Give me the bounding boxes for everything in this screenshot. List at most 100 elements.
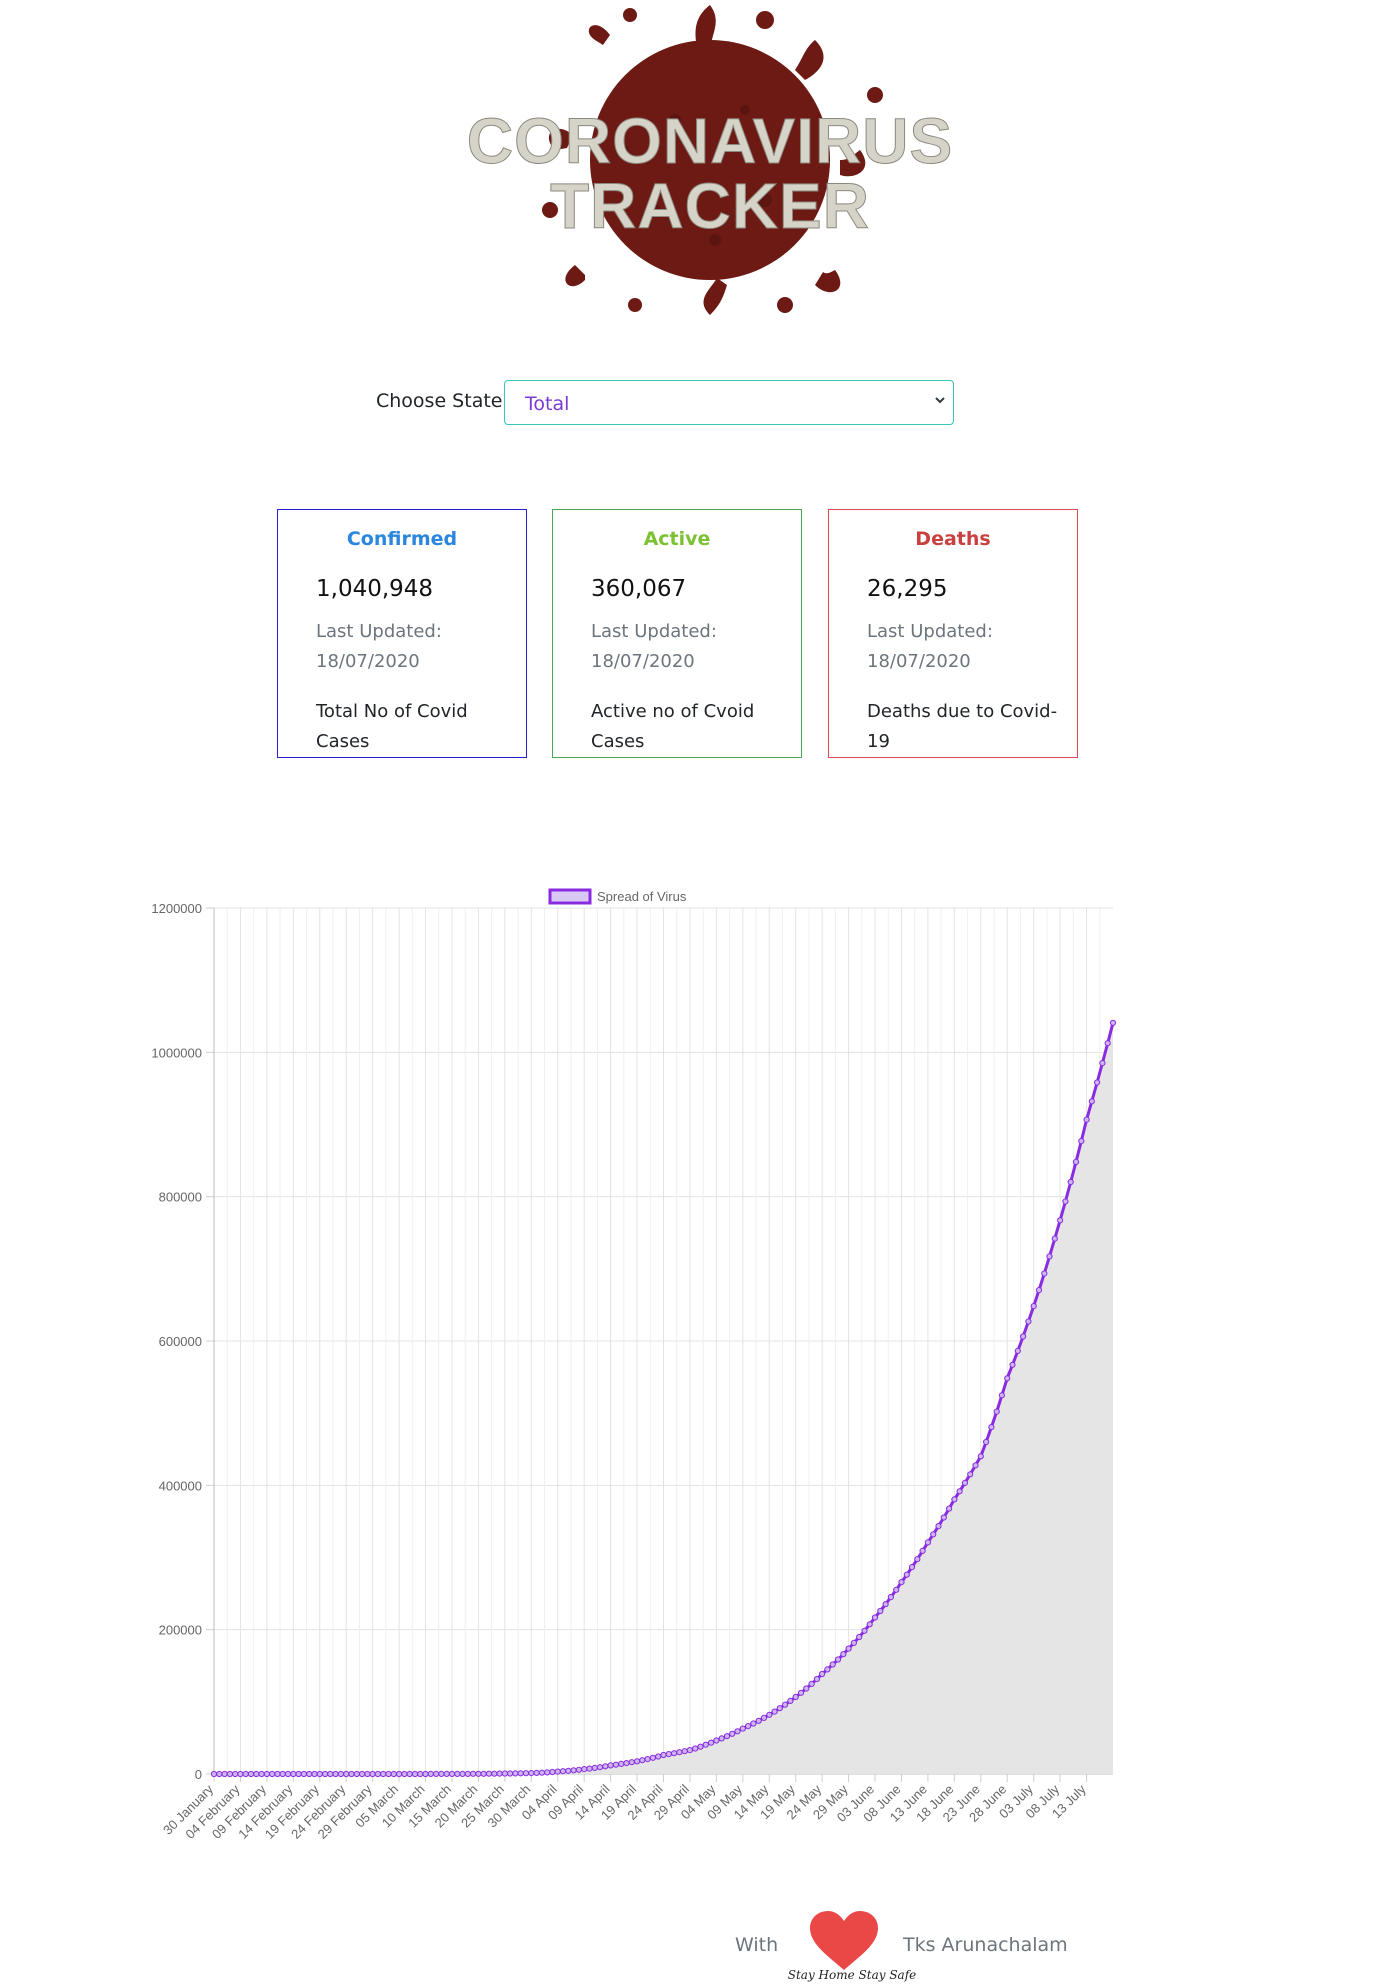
data-point [470,1770,477,1777]
data-point [782,1701,789,1708]
data-point [750,1720,757,1727]
data-point [1004,1375,1011,1382]
state-select-dropdown[interactable]: Total [504,380,954,425]
data-point [226,1770,234,1778]
data-point [221,1770,228,1778]
data-point [755,1717,762,1724]
data-point [1104,1040,1111,1047]
data-point [591,1764,598,1772]
data-point [454,1770,461,1778]
data-point [1057,1217,1064,1224]
data-point [306,1770,313,1778]
y-tick-label: 400000 [159,1478,202,1493]
data-point [766,1711,773,1718]
data-point [496,1770,503,1777]
data-point [406,1770,413,1778]
data-point [877,1607,884,1615]
data-point [602,1763,609,1770]
data-point [723,1733,731,1740]
data-point [665,1751,672,1758]
confirmed-card: Confirmed 1,040,948 Last Updated: 18/07/… [277,509,527,758]
data-point [972,1462,979,1469]
data-point [1046,1253,1053,1260]
data-point [930,1531,937,1538]
data-point [337,1770,344,1778]
data-point [829,1661,836,1668]
data-point [279,1770,286,1778]
data-point [554,1768,561,1775]
active-updated-date: 18/07/2020 [591,651,695,672]
data-point [401,1770,408,1778]
data-point [924,1539,932,1546]
data-point [586,1765,593,1772]
data-point [348,1770,355,1778]
data-point [538,1769,545,1776]
data-point [840,1651,847,1658]
data-point [422,1770,429,1778]
data-point [369,1770,376,1778]
active-updated: Last Updated: 18/07/2020 [591,617,781,677]
data-point [433,1770,440,1778]
data-point [364,1770,371,1778]
active-updated-label: Last Updated: [591,621,717,642]
data-point [1051,1235,1058,1242]
data-point [845,1645,852,1652]
data-point [316,1770,323,1778]
data-point [501,1770,508,1777]
data-point [660,1751,667,1759]
data-point [951,1496,958,1503]
data-point [903,1571,910,1578]
deaths-title: Deaths [915,528,991,550]
data-point [618,1760,625,1768]
data-point [697,1743,704,1750]
data-point [813,1676,821,1683]
data-point [671,1750,678,1757]
y-tick-label: 600000 [159,1334,202,1349]
data-point [237,1770,244,1778]
data-point [327,1770,334,1778]
data-point [559,1768,567,1775]
data-point [856,1633,863,1641]
data-point [935,1523,942,1530]
data-point [374,1770,381,1778]
data-point [983,1438,990,1446]
state-select-value: Total [525,393,570,415]
footer-with-text: With [735,1934,779,1956]
data-point [533,1769,540,1777]
data-point [258,1770,265,1778]
footer-thanks-text: Tks Arunachalam [903,1934,1068,1956]
data-point [1083,1116,1090,1123]
coronavirus-tracker-logo: CORONAVIRUS TRACKER [455,0,965,320]
data-point [745,1723,752,1730]
data-point [993,1408,1000,1415]
deaths-description: Deaths due to Covid-19 [867,701,1058,752]
data-point [988,1424,995,1431]
data-point [893,1586,900,1593]
data-point [898,1579,905,1586]
data-point [1062,1198,1069,1205]
data-point [322,1770,329,1778]
data-point [908,1564,916,1571]
data-point [882,1601,889,1608]
data-point [803,1685,810,1692]
data-point [332,1770,339,1778]
data-point [729,1730,736,1737]
data-point [708,1739,715,1746]
data-point [517,1770,524,1777]
deaths-card: Deaths 26,295 Last Updated: 18/07/2020 D… [828,509,1078,758]
active-description: Active no of Cvoid Cases [591,701,755,752]
deaths-updated: Last Updated: 18/07/2020 [867,617,1057,677]
data-point [797,1689,805,1696]
data-point [1035,1287,1043,1294]
y-tick-label: 0 [195,1767,202,1782]
data-point [491,1770,498,1777]
data-point [210,1770,218,1778]
state-selector-row: Choose State Total [376,380,956,428]
confirmed-updated: Last Updated: 18/07/2020 [316,617,506,677]
data-point [612,1761,619,1768]
data-point [485,1770,493,1777]
data-point [232,1770,239,1778]
data-point [861,1627,868,1634]
confirmed-title: Confirmed [346,528,458,550]
data-point [581,1766,588,1773]
